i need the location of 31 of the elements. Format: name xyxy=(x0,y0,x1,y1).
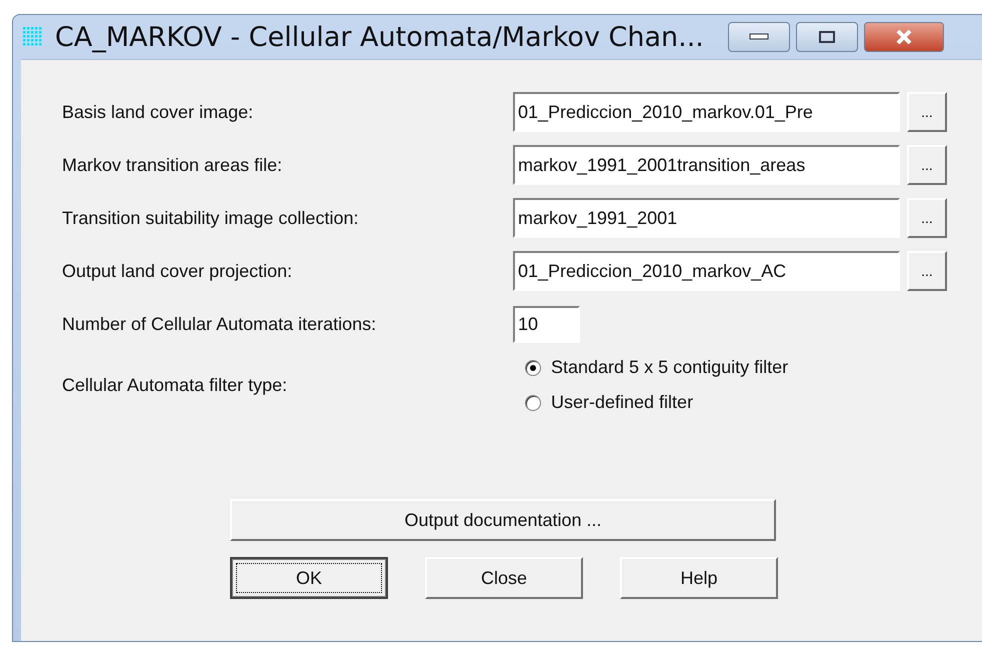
dialog-button[interactable]: OK xyxy=(230,557,388,599)
browse-button[interactable]: ... xyxy=(907,92,947,132)
radio-label[interactable]: User-defined filter xyxy=(551,392,694,413)
field-label: Basis land cover image: xyxy=(62,102,254,122)
browse-button[interactable]: ... xyxy=(907,198,947,238)
dialog-button[interactable]: Help xyxy=(620,557,778,599)
browse-button[interactable]: ... xyxy=(907,145,947,185)
grid-app-icon xyxy=(23,27,43,47)
output-documentation-button[interactable]: Output documentation ... xyxy=(230,499,776,541)
number-field[interactable]: 10 xyxy=(513,306,580,342)
maximize-button[interactable] xyxy=(796,22,858,52)
field-label: Cellular Automata filter type: xyxy=(62,375,288,396)
field-label: Number of Cellular Automata iterations: xyxy=(62,314,378,334)
minimize-button[interactable] xyxy=(728,22,790,52)
field-label: Output land cover projection: xyxy=(62,260,294,282)
dialog-button[interactable]: Close xyxy=(425,557,583,599)
field-label: Transition suitability image collection: xyxy=(62,208,360,228)
window-title: CA_MARKOV - Cellular Automata/Markov Chan... xyxy=(55,22,704,52)
radio-button[interactable] xyxy=(525,360,541,376)
browse-button[interactable]: ... xyxy=(907,251,947,291)
file-field[interactable]: 01_Prediccion_2010_markov_AC xyxy=(513,251,900,291)
file-field[interactable]: 01_Prediccion_2010_markov.01_Pre xyxy=(513,92,900,132)
file-field[interactable]: markov_1991_2001 xyxy=(513,198,900,238)
file-field[interactable]: markov_1991_2001transition_areas xyxy=(513,145,900,185)
close-icon xyxy=(894,29,914,45)
minimize-icon xyxy=(748,33,769,41)
radio-button[interactable] xyxy=(525,394,541,410)
field-label: Markov transition areas file: xyxy=(62,154,284,176)
maximize-icon xyxy=(818,30,836,44)
radio-label[interactable]: Standard 5 x 5 contiguity filter xyxy=(551,357,788,378)
close-button[interactable] xyxy=(864,22,944,52)
